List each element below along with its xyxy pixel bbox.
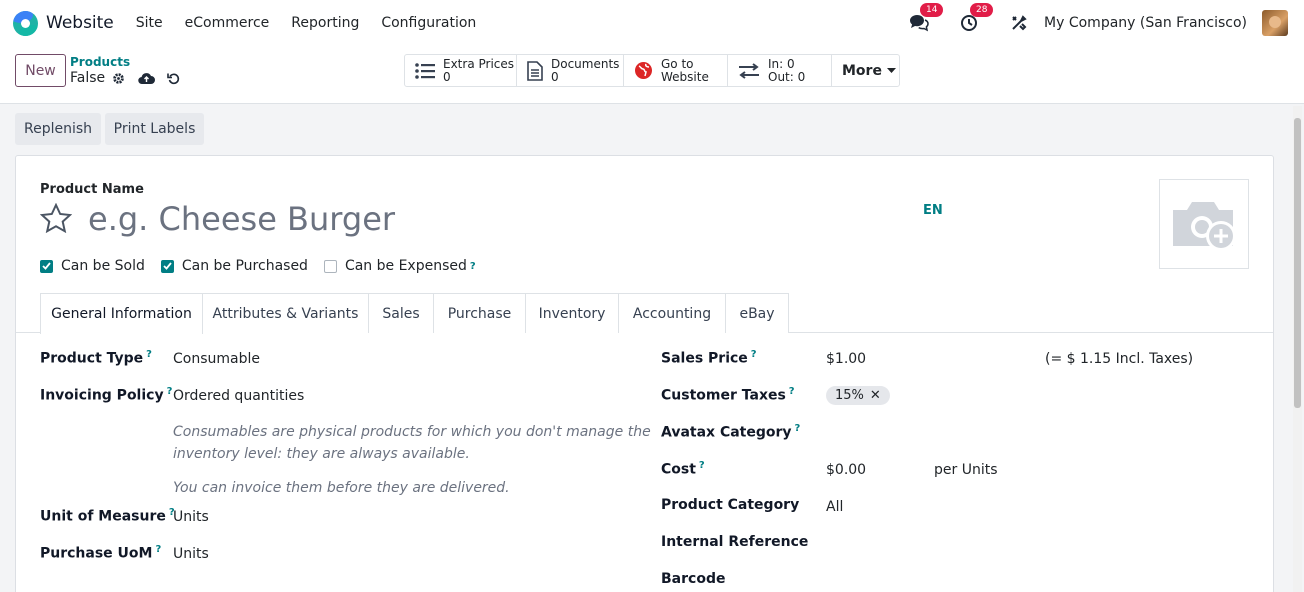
remove-tag-icon[interactable]: ✕: [870, 388, 881, 403]
documents-button[interactable]: Documents 0: [517, 55, 624, 86]
can-be-expensed-checkbox[interactable]: [323, 259, 337, 273]
can-be-purchased-checkbox[interactable]: [160, 259, 174, 273]
help-tooltip-icon[interactable]: ?: [470, 261, 476, 272]
documents-value: 0: [551, 69, 559, 84]
price-incl-taxes: (= $ 1.15 Incl. Taxes): [1045, 351, 1194, 367]
can-be-purchased-label: Can be Purchased: [181, 258, 308, 274]
company-switcher[interactable]: My Company (San Francisco): [1044, 15, 1247, 31]
tools-icon: [1012, 15, 1027, 31]
product-flags: Can be Sold Can be Purchased Can be Expe…: [40, 258, 492, 274]
list-icon: [415, 62, 435, 79]
tab-attributes-variants[interactable]: Attributes & Variants: [202, 293, 369, 333]
cost-input[interactable]: $0.00: [826, 462, 866, 478]
main-menu: Site eCommerce Reporting Configuration: [125, 15, 488, 31]
replenish-button[interactable]: Replenish: [15, 113, 101, 145]
uom-label: Unit of Measure?: [40, 507, 175, 525]
user-avatar[interactable]: [1262, 10, 1288, 36]
documents-title: Documents: [551, 56, 620, 71]
tab-accounting[interactable]: Accounting: [618, 293, 726, 333]
page-scrollbar[interactable]: [1293, 106, 1302, 592]
messages-button[interactable]: 14: [908, 3, 944, 34]
go-to-website-button[interactable]: Go to Website: [624, 55, 728, 86]
internal-reference-label: Internal Reference: [661, 534, 809, 550]
more-button[interactable]: More: [832, 55, 899, 86]
invoicing-policy-select[interactable]: Ordered quantities: [173, 388, 304, 404]
systray: 14 28 My Company (San Francisco): [908, 0, 1288, 46]
cloud-upload-icon[interactable]: [138, 72, 156, 85]
cost-label: Cost?: [661, 460, 705, 478]
sales-price-label: Sales Price?: [661, 349, 757, 367]
product-category-label: Product Category: [661, 497, 800, 513]
can-be-sold-option[interactable]: Can be Sold: [40, 258, 145, 274]
extra-prices-value: 0: [443, 69, 451, 84]
menu-configuration[interactable]: Configuration: [370, 15, 487, 31]
app-brand[interactable]: Website: [13, 10, 114, 36]
tab-purchase[interactable]: Purchase: [433, 293, 526, 333]
debug-tools-button[interactable]: [1008, 12, 1030, 34]
extra-prices-title: Extra Prices: [443, 56, 515, 71]
app-name: Website: [46, 13, 114, 33]
product-type-help: Consumables are physical products for wh…: [173, 424, 651, 496]
breadcrumb-products[interactable]: Products: [70, 55, 130, 69]
barcode-label: Barcode: [661, 571, 726, 587]
exchange-icon: [739, 62, 759, 79]
top-navbar: Website Site eCommerce Reporting Configu…: [0, 0, 1304, 46]
product-category-input[interactable]: All: [826, 499, 843, 515]
purchase-uom-input[interactable]: Units: [173, 546, 209, 562]
can-be-sold-label: Can be Sold: [61, 258, 145, 274]
breadcrumb-current: False: [70, 70, 180, 86]
messages-count-badge: 14: [920, 3, 944, 17]
avatax-category-label: Avatax Category?: [661, 423, 801, 441]
can-be-sold-checkbox[interactable]: [40, 259, 53, 273]
menu-reporting[interactable]: Reporting: [280, 15, 370, 31]
extra-prices-button[interactable]: Extra Prices 0: [405, 55, 517, 86]
gear-icon[interactable]: [112, 72, 125, 85]
document-icon: [527, 60, 543, 81]
more-label: More: [842, 62, 882, 79]
form-sheet: Product Name e.g. Cheese Burger EN Can b…: [15, 155, 1274, 592]
per-units-label: per Units: [934, 462, 998, 478]
camera-add-icon: [1173, 202, 1236, 251]
can-be-purchased-option[interactable]: Can be Purchased: [160, 258, 308, 274]
activities-count-badge: 28: [970, 3, 994, 17]
product-name-label: Product Name: [40, 182, 144, 197]
smart-buttons: Extra Prices 0 Documents 0 Go to Website In…: [404, 54, 900, 87]
menu-site[interactable]: Site: [125, 15, 174, 31]
activities-button[interactable]: 28: [958, 3, 994, 34]
control-panel: New Products False Extra Prices 0 Documen…: [0, 46, 1304, 104]
new-button[interactable]: New: [15, 54, 66, 87]
can-be-expensed-option[interactable]: Can be Expensed ?: [323, 258, 476, 274]
go-to-title: Go to: [661, 56, 694, 71]
uom-input[interactable]: Units: [173, 509, 209, 525]
print-labels-button[interactable]: Print Labels: [105, 113, 204, 145]
favorite-star-icon[interactable]: [39, 202, 73, 237]
customer-taxes-label: Customer Taxes?: [661, 386, 795, 404]
tax-tag[interactable]: 15% ✕: [826, 386, 890, 405]
website-value: Website: [661, 69, 709, 84]
in-count: In: 0: [768, 56, 795, 71]
tab-inventory[interactable]: Inventory: [525, 293, 619, 333]
tab-ebay[interactable]: eBay: [725, 293, 789, 333]
caret-down-icon: [886, 67, 896, 73]
product-type-label: Product Type?: [40, 349, 152, 367]
sales-price-input[interactable]: $1.00: [826, 351, 866, 367]
notebook-tabs: General Information Attributes & Variant…: [16, 293, 1273, 334]
can-be-expensed-label: Can be Expensed: [344, 258, 467, 274]
product-name-input[interactable]: e.g. Cheese Burger: [88, 200, 395, 238]
purchase-uom-label: Purchase UoM?: [40, 544, 162, 562]
tab-general-information[interactable]: General Information: [40, 293, 203, 334]
in-out-button[interactable]: In: 0 Out: 0: [728, 55, 832, 86]
product-type-select[interactable]: Consumable: [173, 351, 260, 367]
language-button[interactable]: EN: [923, 203, 943, 218]
scrollbar-thumb[interactable]: [1294, 118, 1301, 408]
menu-ecommerce[interactable]: eCommerce: [174, 15, 281, 31]
discard-icon[interactable]: [167, 72, 180, 85]
invoicing-policy-label: Invoicing Policy?: [40, 386, 173, 404]
globe-icon: [635, 62, 652, 79]
record-name: False: [70, 70, 106, 86]
product-image-upload[interactable]: [1159, 179, 1249, 269]
out-count: Out: 0: [768, 69, 806, 84]
tab-sales[interactable]: Sales: [368, 293, 434, 333]
website-app-logo-icon: [13, 10, 38, 36]
